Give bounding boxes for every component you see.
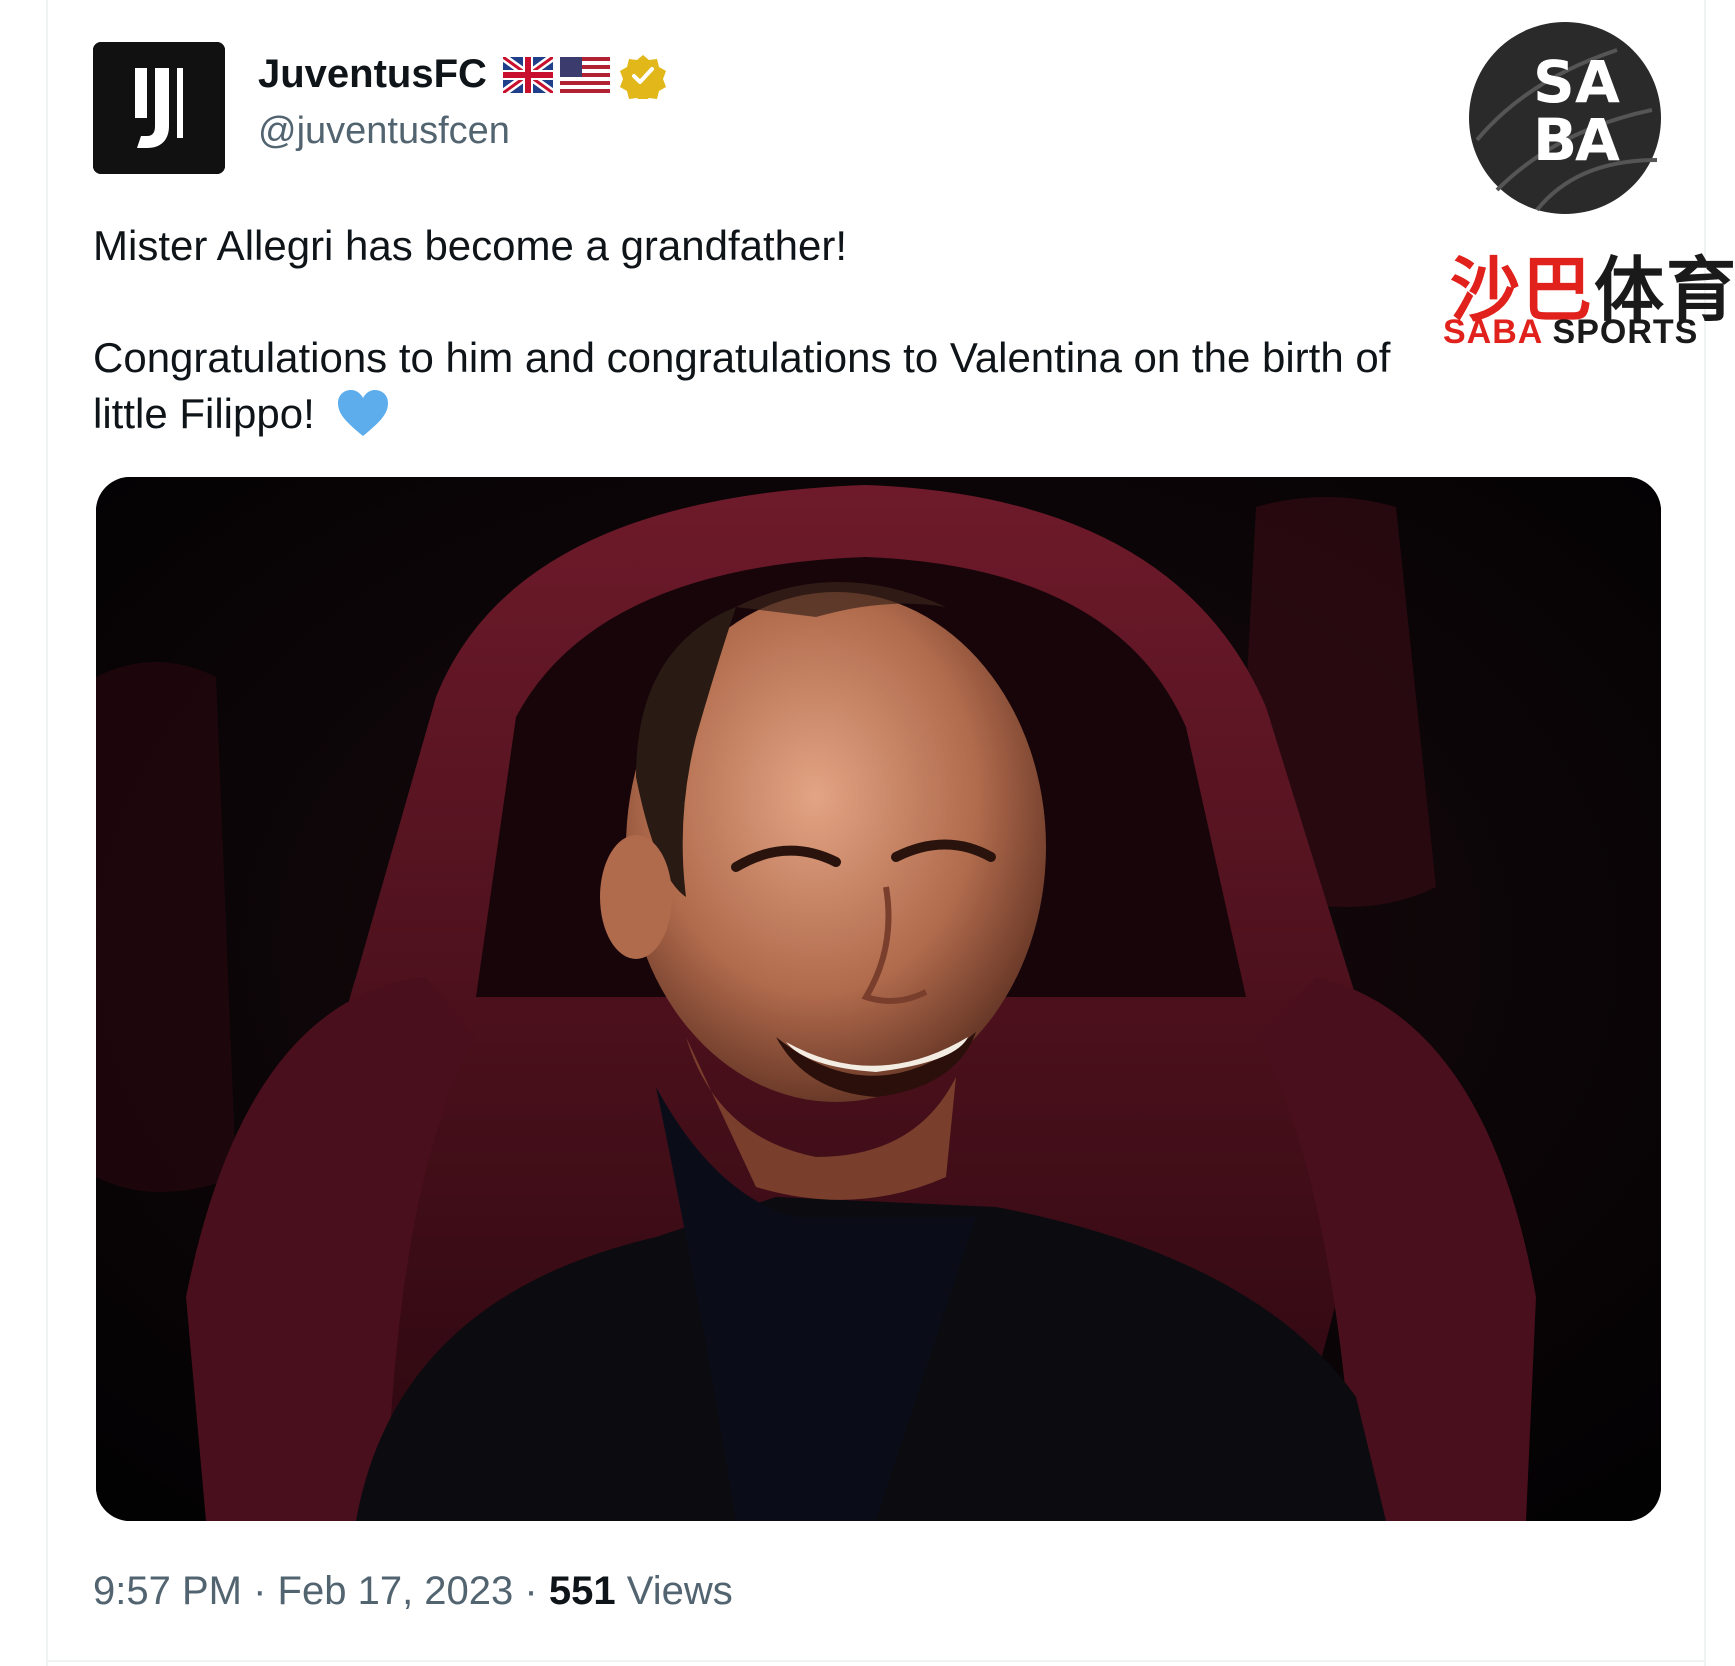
card-border <box>46 1660 1706 1662</box>
author-display-name[interactable]: JuventusFC <box>258 52 487 97</box>
uk-flag-icon <box>503 57 553 93</box>
saba-watermark-logo-icon: S A B A <box>1469 22 1661 214</box>
tweet-time[interactable]: 9:57 PM <box>93 1569 242 1613</box>
blue-heart-icon <box>338 389 389 436</box>
svg-text:A: A <box>1575 106 1620 174</box>
tweet-text-line: Mister Allegri has become a grandfather! <box>93 222 848 269</box>
tweet-text-line: little Filippo! <box>93 386 390 442</box>
watermark-sports: SPORTS <box>1552 313 1699 351</box>
svg-text:B: B <box>1533 106 1577 174</box>
card-border <box>46 0 48 1666</box>
verified-badge-icon[interactable] <box>620 53 666 99</box>
us-flag-icon <box>560 57 610 93</box>
juventus-logo-icon <box>93 42 225 174</box>
watermark-saba: SABA <box>1443 313 1543 351</box>
views-label: Views <box>626 1569 733 1613</box>
tweet-date[interactable]: Feb 17, 2023 <box>278 1569 514 1613</box>
separator: · <box>524 1569 538 1613</box>
views-count: 551 <box>548 1569 616 1613</box>
tweet-page: JuventusFC @juventusfcen Mister Allegri … <box>0 0 1735 1666</box>
photo-illustration <box>96 477 1661 1521</box>
saba-watermark-english: SABA SPORTS <box>1443 313 1698 352</box>
tweet-photo[interactable] <box>96 477 1661 1521</box>
separator: · <box>253 1569 267 1613</box>
tweet-text-fragment: little Filippo! <box>93 390 315 437</box>
avatar[interactable] <box>93 42 225 174</box>
tweet-metadata: 9:57 PM · Feb 17, 2023 · 551 Views <box>93 1569 733 1614</box>
tweet-text-line: Congratulations to him and congratulatio… <box>93 334 1391 381</box>
author-handle[interactable]: @juventusfcen <box>258 110 510 153</box>
